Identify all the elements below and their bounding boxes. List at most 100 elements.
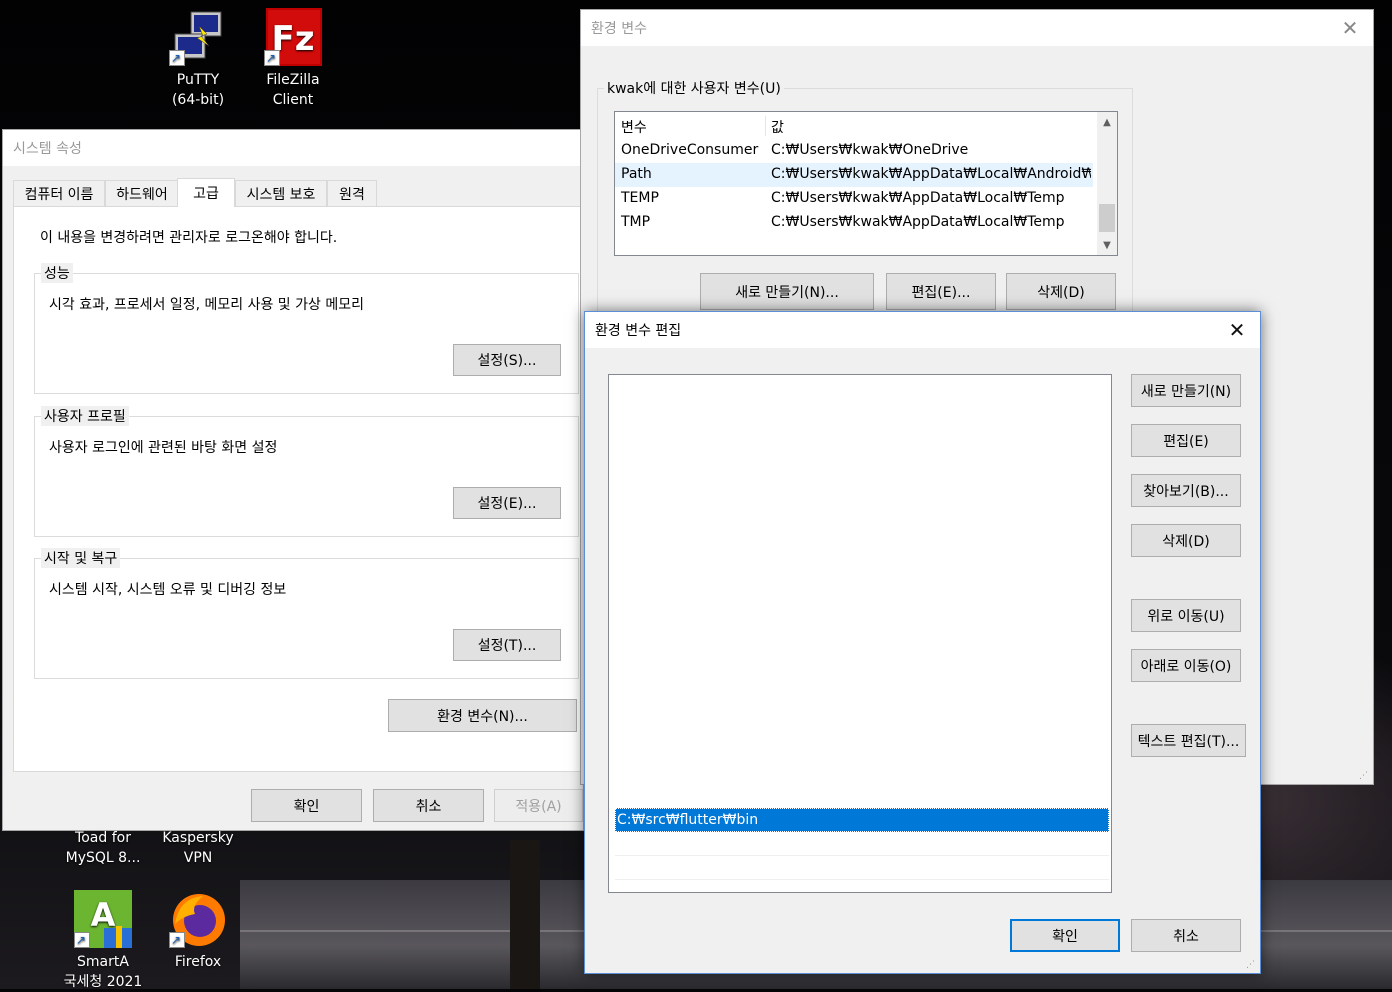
button-label: 편집(E)... (911, 284, 971, 301)
performance-settings-button[interactable]: 설정(S)... (453, 344, 561, 376)
user-var-new-button[interactable]: 새로 만들기(N)... (700, 273, 874, 310)
desktop-icon-toad[interactable]: Toad for MySQL 8... (58, 828, 148, 868)
edit-env-titlebar[interactable]: 환경 변수 편집 (585, 312, 1260, 348)
icon-label: Kaspersky (162, 830, 234, 846)
desktop-icon-putty[interactable]: PuTTY (64-bit) (153, 8, 243, 110)
button-label: 확인 (1052, 928, 1078, 945)
tab-label: 하드웨어 (116, 186, 168, 203)
table-row[interactable]: TEMP C:₩Users₩kwak₩AppData₩Local₩Temp (615, 187, 1093, 211)
close-button[interactable]: ✕ (1214, 312, 1260, 348)
move-down-button[interactable]: 아래로 이동(O) (1131, 649, 1241, 682)
shortcut-arrow-icon (169, 48, 185, 68)
button-label: 설정(T)... (477, 638, 537, 654)
performance-group: 성능 시각 효과, 프로세서 일정, 메모리 사용 및 가상 메모리 설정(S)… (34, 263, 579, 394)
variable-value: C:₩Users₩kwak₩AppData₩Local₩Android₩S... (771, 166, 1091, 182)
list-header: 변수 값 (615, 114, 1093, 138)
startup-recovery-settings-button[interactable]: 설정(T)... (453, 629, 561, 661)
column-header-value[interactable]: 값 (771, 117, 1091, 137)
ok-button[interactable]: 확인 (1010, 919, 1120, 952)
icon-label: Client (272, 92, 314, 108)
icon-label: VPN (183, 850, 213, 866)
admin-note: 이 내용을 변경하려면 관리자로 로그온해야 합니다. (40, 230, 338, 246)
cancel-button[interactable]: 취소 (1131, 919, 1241, 952)
button-label: 삭제(D) (1162, 533, 1210, 550)
column-header-variable[interactable]: 변수 (621, 117, 647, 137)
close-icon: ✕ (1341, 16, 1359, 40)
table-row[interactable]: OneDriveConsumer C:₩Users₩kwak₩OneDrive (615, 139, 1093, 163)
icon-label: Toad for (75, 830, 131, 846)
table-row[interactable]: TMP C:₩Users₩kwak₩AppData₩Local₩Temp (615, 211, 1093, 235)
variable-name: OneDriveConsumer (621, 142, 759, 158)
button-label: 설정(E)... (477, 496, 537, 512)
new-entry-button[interactable]: 새로 만들기(N) (1131, 374, 1241, 407)
group-title: 성능 (41, 263, 73, 283)
scroll-thumb[interactable] (1099, 204, 1115, 232)
list-item-selected[interactable]: C:₩src₩flutter₩bin (615, 808, 1109, 832)
tab-label: 시스템 보호 (246, 186, 316, 203)
move-up-button[interactable]: 위로 이동(U) (1131, 599, 1241, 632)
icon-label: Firefox (174, 954, 222, 970)
icon-label: (64-bit) (171, 92, 225, 108)
list-item[interactable] (615, 856, 1109, 880)
desktop-icon-kaspersky[interactable]: Kaspersky VPN (153, 828, 243, 868)
button-label: 편집(E) (1163, 433, 1209, 450)
tab-remote[interactable]: 원격 (327, 180, 377, 206)
user-var-edit-button[interactable]: 편집(E)... (886, 273, 996, 310)
apply-button[interactable]: 적용(A) (494, 789, 583, 822)
user-profile-settings-button[interactable]: 설정(E)... (453, 487, 561, 519)
icon-label: PuTTY (176, 72, 220, 88)
button-label: 삭제(D) (1037, 284, 1085, 301)
resize-grip-icon[interactable]: ⋰ (1359, 770, 1371, 782)
user-var-delete-button[interactable]: 삭제(D) (1006, 273, 1116, 310)
variable-value: C:₩Users₩kwak₩OneDrive (771, 142, 969, 158)
variable-value: C:₩Users₩kwak₩AppData₩Local₩Temp (771, 190, 1065, 206)
desktop-wallpaper-post (510, 840, 540, 989)
variable-name: Path (621, 166, 652, 182)
filezilla-icon: Fz (264, 8, 322, 68)
cancel-button[interactable]: 취소 (373, 789, 484, 822)
button-label: 텍스트 편집(T)... (1137, 733, 1240, 750)
button-label: 확인 (293, 798, 320, 815)
path-entries-list[interactable]: C:₩src₩flutter₩bin (608, 374, 1112, 893)
resize-grip-icon[interactable]: ⋰ (1246, 959, 1258, 971)
group-title: 시작 및 복구 (41, 548, 121, 568)
desktop-icon-firefox[interactable]: Firefox (153, 890, 243, 972)
variable-name: TEMP (621, 190, 659, 206)
startup-recovery-group: 시작 및 복구 시스템 시작, 시스템 오류 및 디버깅 정보 설정(T)... (34, 548, 579, 679)
close-icon: ✕ (1228, 318, 1246, 342)
table-row[interactable]: Path C:₩Users₩kwak₩AppData₩Local₩Android… (615, 163, 1093, 187)
group-description: 시스템 시작, 시스템 오류 및 디버깅 정보 (49, 582, 287, 598)
icon-label: FileZilla (266, 72, 320, 88)
environment-variables-titlebar[interactable]: 환경 변수 (581, 10, 1373, 46)
tab-computer-name[interactable]: 컴퓨터 이름 (13, 180, 105, 206)
tab-hardware[interactable]: 하드웨어 (105, 180, 179, 206)
advanced-tab-panel: 이 내용을 변경하려면 관리자로 로그온해야 합니다. 성능 시각 효과, 프로… (13, 206, 587, 772)
system-properties-titlebar[interactable]: 시스템 속성 (3, 130, 583, 166)
ok-button[interactable]: 확인 (251, 789, 362, 822)
tab-advanced[interactable]: 고급 (177, 178, 235, 207)
scroll-up-icon[interactable]: ▲ (1097, 113, 1117, 131)
button-label: 적용(A) (515, 798, 562, 815)
putty-icon (169, 8, 227, 68)
user-variables-list[interactable]: 변수 값 OneDriveConsumer C:₩Users₩kwak₩OneD… (614, 111, 1118, 256)
edit-entry-button[interactable]: 편집(E) (1131, 424, 1241, 457)
desktop-icon-filezilla[interactable]: Fz FileZilla Client (248, 8, 338, 110)
tab-system-protection[interactable]: 시스템 보호 (235, 180, 327, 206)
button-label: 위로 이동(U) (1147, 608, 1225, 625)
shortcut-arrow-icon (169, 930, 185, 950)
window-title: 환경 변수 (591, 21, 647, 37)
icon-label: SmartA (77, 954, 129, 970)
list-item[interactable] (615, 832, 1109, 856)
vertical-scrollbar[interactable]: ▲ ▼ (1097, 112, 1117, 255)
desktop-icon-smarta[interactable]: A SmartA 국세청 2021 (58, 890, 148, 992)
tab-label: 고급 (193, 186, 219, 202)
scroll-down-icon[interactable]: ▼ (1097, 236, 1117, 254)
delete-entry-button[interactable]: 삭제(D) (1131, 524, 1241, 557)
close-button[interactable]: ✕ (1327, 10, 1373, 46)
tab-label: 원격 (339, 186, 365, 203)
environment-variables-button[interactable]: 환경 변수(N)... (388, 699, 577, 732)
smarta-icon: A (74, 890, 132, 950)
system-properties-window: 시스템 속성 컴퓨터 이름 하드웨어 고급 시스템 보호 원격 이 내용을 변경… (2, 129, 587, 831)
browse-button[interactable]: 찾아보기(B)... (1131, 474, 1241, 507)
edit-text-button[interactable]: 텍스트 편집(T)... (1131, 724, 1246, 757)
